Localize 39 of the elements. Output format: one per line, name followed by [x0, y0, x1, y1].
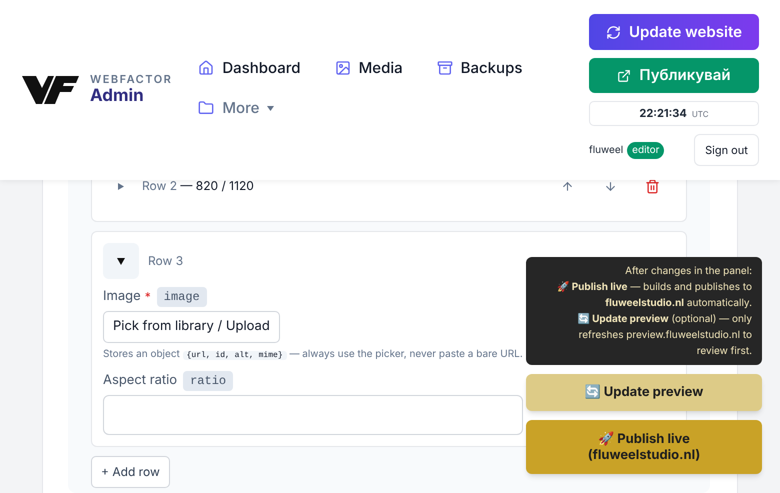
row-title: Row 2 — 820 / 1120	[142, 177, 254, 195]
logo-icon	[22, 76, 79, 104]
publish-help-tooltip: After changes in the panel: 🚀 Publish live — builds and publishes to fluweelstudio.nl automatically. 🔄 Update preview (optional) — only refreshes preview.fluweelstudio.nl to review first.	[526, 257, 762, 365]
required-marker: *	[144, 288, 151, 306]
nav-link[interactable]: More	[198, 97, 274, 119]
move-down-icon[interactable]	[604, 180, 617, 192]
external-link-icon	[617, 68, 632, 82]
username: fluweel	[589, 142, 624, 158]
image-icon	[334, 60, 351, 76]
collapse-toggle[interactable]	[103, 243, 139, 279]
nav-link[interactable]: Media	[334, 57, 403, 79]
add-row-button[interactable]: + Add row	[91, 456, 170, 488]
home-icon	[198, 60, 214, 76]
sign-out-button[interactable]: Sign out	[694, 134, 759, 166]
update-preview-button[interactable]: 🔄 Update preview	[526, 374, 762, 411]
role-badge: editor	[627, 142, 664, 158]
update-website-button[interactable]: Update website	[589, 14, 759, 50]
text-field[interactable]	[103, 395, 523, 435]
folder-icon	[198, 100, 214, 116]
archive-icon	[436, 60, 453, 76]
brand-subtitle: Admin	[90, 88, 145, 105]
nav-link[interactable]: Dashboard	[198, 57, 301, 79]
brand-name: WEBFACTOR	[90, 74, 172, 85]
refresh-icon	[606, 24, 622, 40]
publish-button[interactable]: Публикувай	[589, 58, 759, 93]
clock-time: 22:21:34	[639, 105, 687, 122]
caret-down-icon	[117, 258, 125, 264]
nav-link[interactable]: Backups	[436, 57, 522, 79]
row-title: Row 3	[148, 252, 184, 270]
delete-icon[interactable]	[645, 178, 660, 194]
pick-image-button[interactable]: Pick from library / Upload	[103, 311, 280, 343]
help-text: Stores an object {url, id, alt, mime} — always use the picker, never paste a bare URL.	[103, 347, 523, 362]
field-label: Aspect ratio	[103, 371, 178, 390]
field-key: image	[156, 287, 207, 307]
move-up-icon[interactable]	[561, 180, 574, 192]
field-label: Image	[103, 287, 141, 306]
publish-live-button[interactable]: 🚀 Publish live (fluweelstudio.nl)	[526, 420, 762, 474]
field-key: ratio	[183, 371, 234, 391]
clock-timezone: UTC	[692, 108, 709, 120]
